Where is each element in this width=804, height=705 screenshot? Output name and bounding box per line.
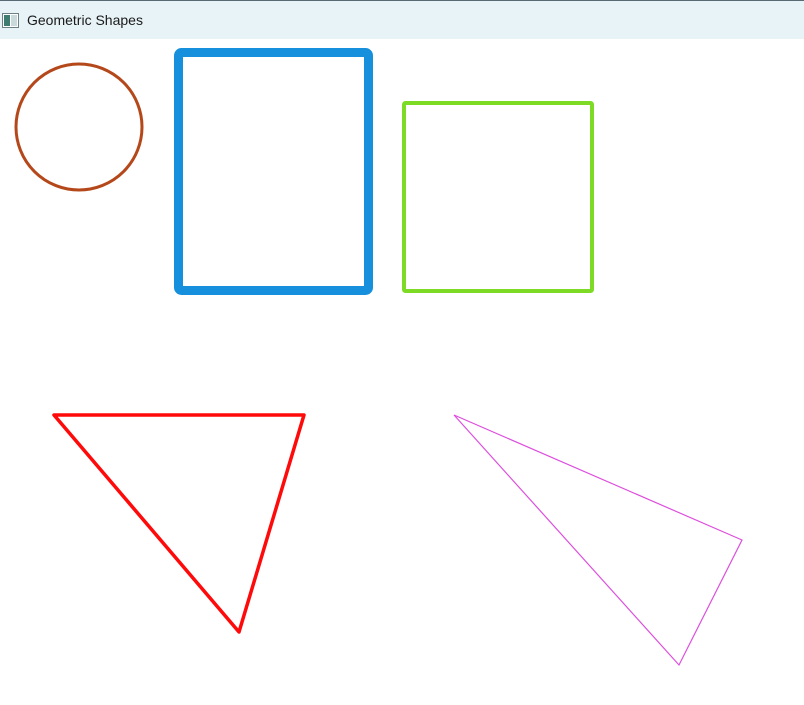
shapes-svg	[14, 48, 743, 667]
magenta-triangle	[453, 414, 743, 667]
brown-circle	[14, 62, 144, 192]
title-bar[interactable]: Geometric Shapes	[0, 1, 804, 39]
red-triangle	[52, 413, 306, 634]
green-square	[402, 101, 594, 293]
app-window: Geometric Shapes	[0, 0, 804, 705]
window-app-icon	[2, 12, 19, 28]
blue-rectangle	[174, 48, 373, 295]
drawing-canvas	[0, 39, 804, 705]
window-title: Geometric Shapes	[27, 12, 143, 28]
